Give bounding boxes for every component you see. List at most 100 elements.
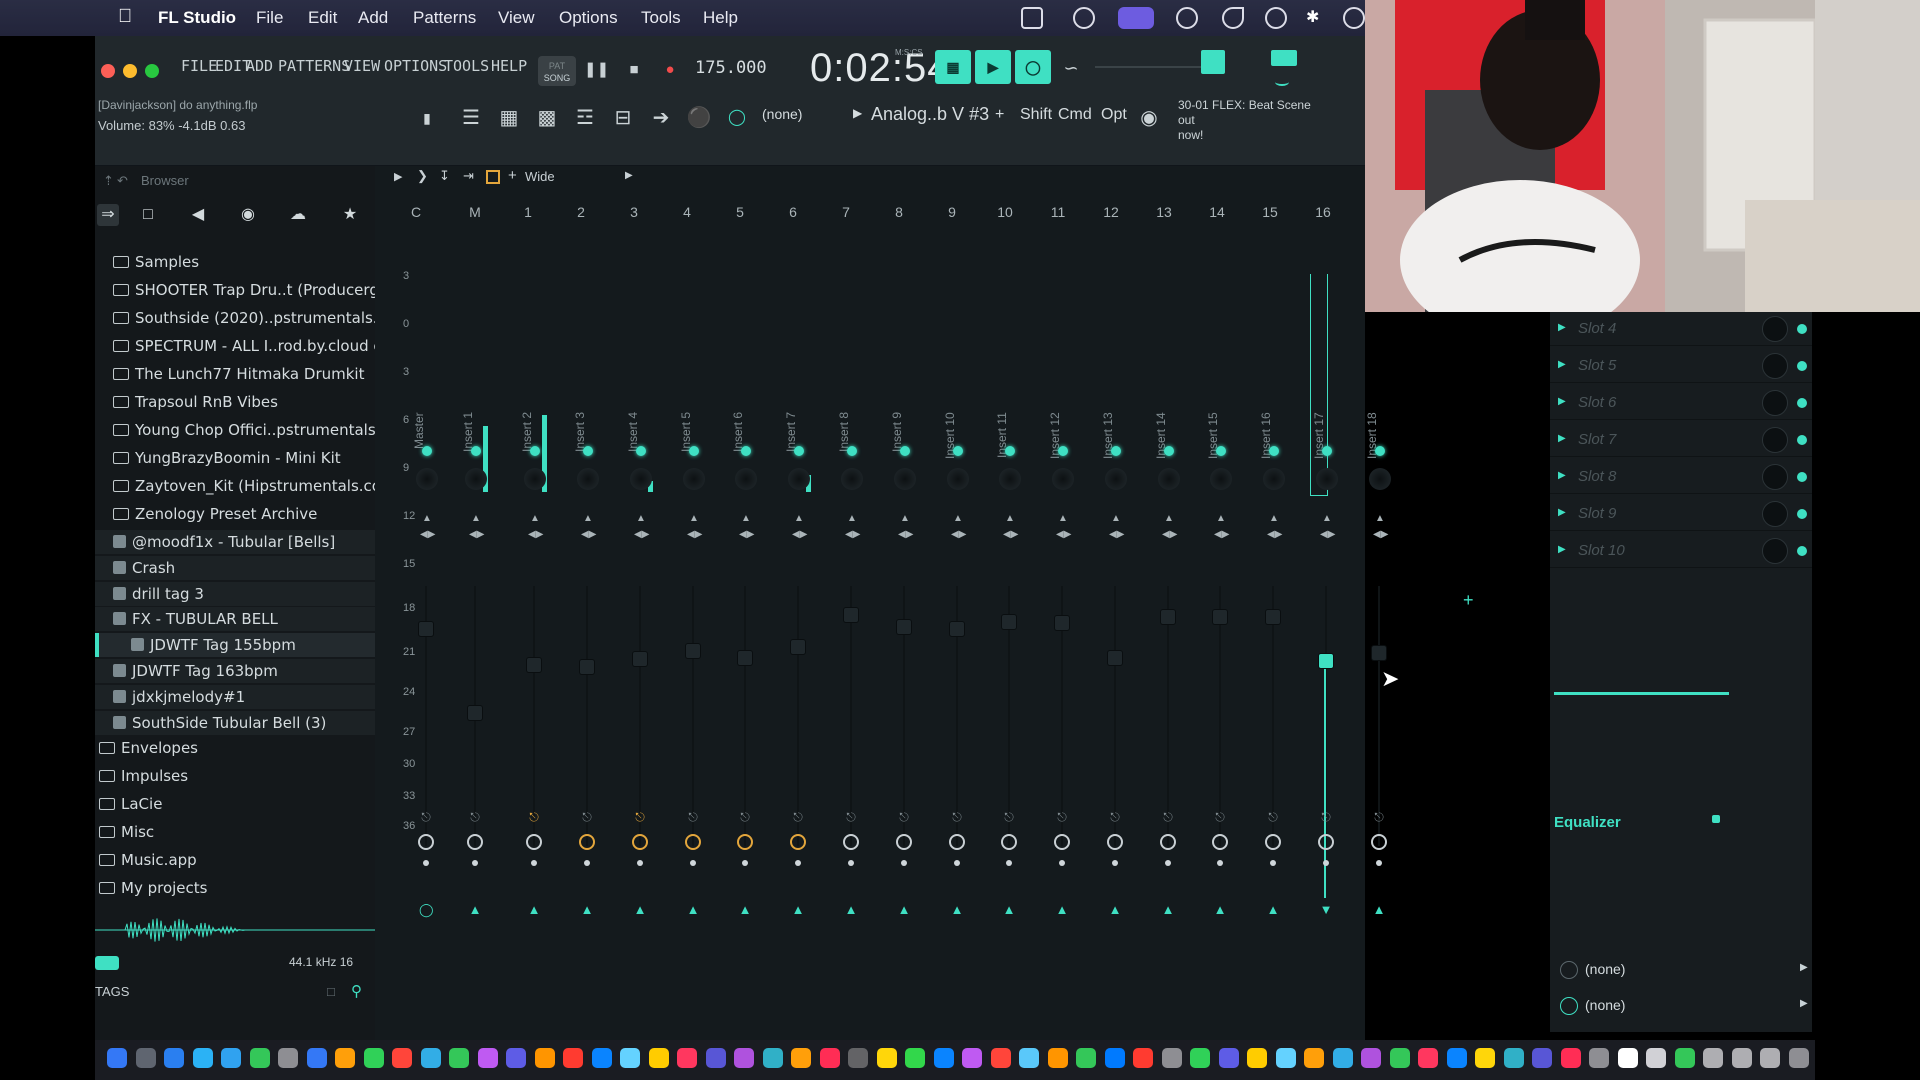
slot-enable-led[interactable] xyxy=(1797,361,1807,371)
cmd-key[interactable]: Cmd xyxy=(1058,106,1092,124)
fl-menu-patterns[interactable]: PATTERNS xyxy=(278,57,350,75)
enable-led[interactable] xyxy=(1216,446,1226,456)
latency-clock-icon[interactable] xyxy=(1107,834,1123,850)
creative-cloud-icon[interactable] xyxy=(1073,7,1095,29)
stereo-separation-icon[interactable]: ▲ ◀▶ xyxy=(528,511,543,543)
dock-app-icon[interactable] xyxy=(1190,1048,1210,1068)
channel-rack-icon[interactable]: ▦ xyxy=(495,104,523,132)
enable-led[interactable] xyxy=(471,446,481,456)
dock-app-icon[interactable] xyxy=(335,1048,355,1068)
bluetooth-icon[interactable]: ✱ xyxy=(1306,7,1328,29)
enable-led[interactable] xyxy=(794,446,804,456)
link-dot[interactable] xyxy=(1006,860,1012,866)
dock-app-icon[interactable] xyxy=(762,1048,783,1068)
fl-menu-options[interactable]: OPTIONS xyxy=(384,57,447,75)
slot-mix-knob[interactable] xyxy=(1762,427,1788,453)
browser-item[interactable]: @moodf1x - Tubular [Bells] xyxy=(95,530,375,554)
route-arrow-icon[interactable]: ▲ xyxy=(633,902,647,917)
mixer-strip[interactable]: Insert 11 ▲ ◀▶ ⎋ ▲ xyxy=(987,216,1031,1016)
arrow-right-icon[interactable]: ➔ xyxy=(647,104,675,132)
route-arrow-icon[interactable]: ▲ xyxy=(791,902,805,917)
link-dot[interactable] xyxy=(954,860,960,866)
fx-send-slider[interactable] xyxy=(1554,692,1729,695)
dock-app-icon[interactable] xyxy=(1389,1048,1410,1068)
browser-item[interactable]: LaCie xyxy=(95,792,375,816)
latency-clock-icon[interactable] xyxy=(526,834,542,850)
moon-icon[interactable] xyxy=(1222,7,1244,29)
enable-led[interactable] xyxy=(1111,446,1121,456)
route-arrow-icon[interactable]: ▲ xyxy=(738,902,752,917)
route-arrow-icon[interactable]: ▲ xyxy=(468,902,482,917)
menu-patterns[interactable]: Patterns xyxy=(413,8,476,28)
browser-item[interactable]: Misc xyxy=(95,820,375,844)
wait-record-icon[interactable]: ◯ xyxy=(1015,50,1051,84)
enable-led[interactable] xyxy=(847,446,857,456)
opt-key[interactable]: Opt xyxy=(1101,106,1127,124)
mixer-strip[interactable]: Insert 15 ▲ ◀▶ ⎋ ▲ xyxy=(1198,216,1242,1016)
lock-icon[interactable]: ⎋ xyxy=(1266,810,1280,824)
dock-app-icon[interactable] xyxy=(249,1048,270,1068)
enable-led[interactable] xyxy=(1058,446,1068,456)
latency-clock-icon[interactable] xyxy=(1318,834,1334,850)
pitch-icon[interactable]: ∽ xyxy=(1059,56,1083,80)
dock-app-icon[interactable] xyxy=(1503,1048,1524,1068)
dock-app-icon[interactable] xyxy=(1076,1048,1096,1068)
shift-key[interactable]: Shift xyxy=(1020,106,1052,124)
piano-roll-icon[interactable]: ▩ xyxy=(533,104,561,132)
route-arrow-icon[interactable]: ▲ xyxy=(844,902,858,917)
fx-slot[interactable]: ▶ Slot 6 xyxy=(1550,386,1812,420)
play-triangle-icon[interactable]: ▶ xyxy=(853,106,862,120)
fx-slot[interactable]: ▶ Slot 7 xyxy=(1550,423,1812,457)
latency-clock-icon[interactable] xyxy=(1054,834,1070,850)
mixer-strip[interactable]: Insert 17 ▲ ◀▶ ⎋ ▼ xyxy=(1304,216,1348,1016)
stereo-separation-icon[interactable]: ▲ ◀▶ xyxy=(634,511,649,543)
dock-app-icon[interactable] xyxy=(107,1048,127,1068)
browser-item[interactable]: drill tag 3 xyxy=(95,581,375,606)
pan-knob[interactable] xyxy=(1210,468,1232,490)
browser-collapse-icon[interactable]: ⇡ xyxy=(103,170,114,192)
link-dot[interactable] xyxy=(1323,860,1329,866)
browser-item[interactable]: JDWTF Tag 163bpm xyxy=(95,659,375,683)
fx-slot[interactable]: ▶ Slot 10 xyxy=(1550,534,1812,568)
dock-app-icon[interactable] xyxy=(677,1048,697,1068)
link-dot[interactable] xyxy=(584,860,590,866)
mixer-tool3-icon[interactable]: ⇥ xyxy=(463,168,474,184)
stereo-separation-icon[interactable]: ▲ ◀▶ xyxy=(1320,511,1335,543)
fl-menu-view[interactable]: VIEW xyxy=(344,57,380,75)
dock-app-icon[interactable] xyxy=(420,1048,441,1068)
dock-app-icon[interactable] xyxy=(164,1048,184,1068)
link-dot[interactable] xyxy=(1059,860,1065,866)
latency-clock-icon[interactable] xyxy=(737,834,753,850)
latency-clock-icon[interactable] xyxy=(1001,834,1017,850)
mixer-menu-icon[interactable]: ▶ xyxy=(394,170,402,183)
tempo-display[interactable]: 175.000 xyxy=(695,58,767,78)
pan-knob[interactable] xyxy=(1316,468,1338,490)
close-window-button[interactable] xyxy=(101,64,115,78)
lock-icon[interactable]: ⎋ xyxy=(1002,810,1016,824)
mixer-strip[interactable]: Insert 5 ▲ ◀▶ ⎋ ▲ xyxy=(671,216,715,1016)
tags-label[interactable]: TAGS xyxy=(95,984,129,999)
volume-fader[interactable] xyxy=(419,622,433,636)
enable-led[interactable] xyxy=(689,446,699,456)
news-icon[interactable]: ◉ xyxy=(1135,104,1163,132)
latency-clock-icon[interactable] xyxy=(896,834,912,850)
lock-icon[interactable]: ⎋ xyxy=(1372,810,1386,824)
stop-icon[interactable]: ■ xyxy=(622,58,646,82)
browser-item[interactable]: SouthSide Tubular Bell (3) xyxy=(95,710,375,735)
fx-slot[interactable]: ▶ Slot 4 xyxy=(1550,312,1812,346)
mixer-strip[interactable]: Insert 18 ▲ ◀▶ ⎋ ▲ xyxy=(1357,216,1401,1016)
mixer-strip[interactable]: Insert 8 ▲ ◀▶ ⎋ ▲ xyxy=(829,216,873,1016)
browser-back-icon[interactable]: ↶ xyxy=(117,170,128,192)
lock-icon[interactable]: ⎋ xyxy=(950,810,964,824)
browser-item[interactable]: FX - TUBULAR BELL xyxy=(95,607,375,632)
latency-clock-icon[interactable] xyxy=(1160,834,1176,850)
mixer-strip[interactable]: Master ▲ ◀▶ ⎋ ◯ xyxy=(404,216,448,1016)
dock-app-icon[interactable] xyxy=(1019,1048,1039,1068)
lock-icon[interactable]: ⎋ xyxy=(686,810,700,824)
volume-fader[interactable] xyxy=(1319,654,1333,668)
slot-expand-icon[interactable]: ▶ xyxy=(1558,470,1566,481)
dock-app-icon[interactable] xyxy=(1418,1048,1438,1068)
volume-fader[interactable] xyxy=(468,706,482,720)
browser-item[interactable]: Envelopes xyxy=(95,736,375,760)
browser-item[interactable]: Southside (2020)..pstrumentals.com) xyxy=(95,306,375,330)
